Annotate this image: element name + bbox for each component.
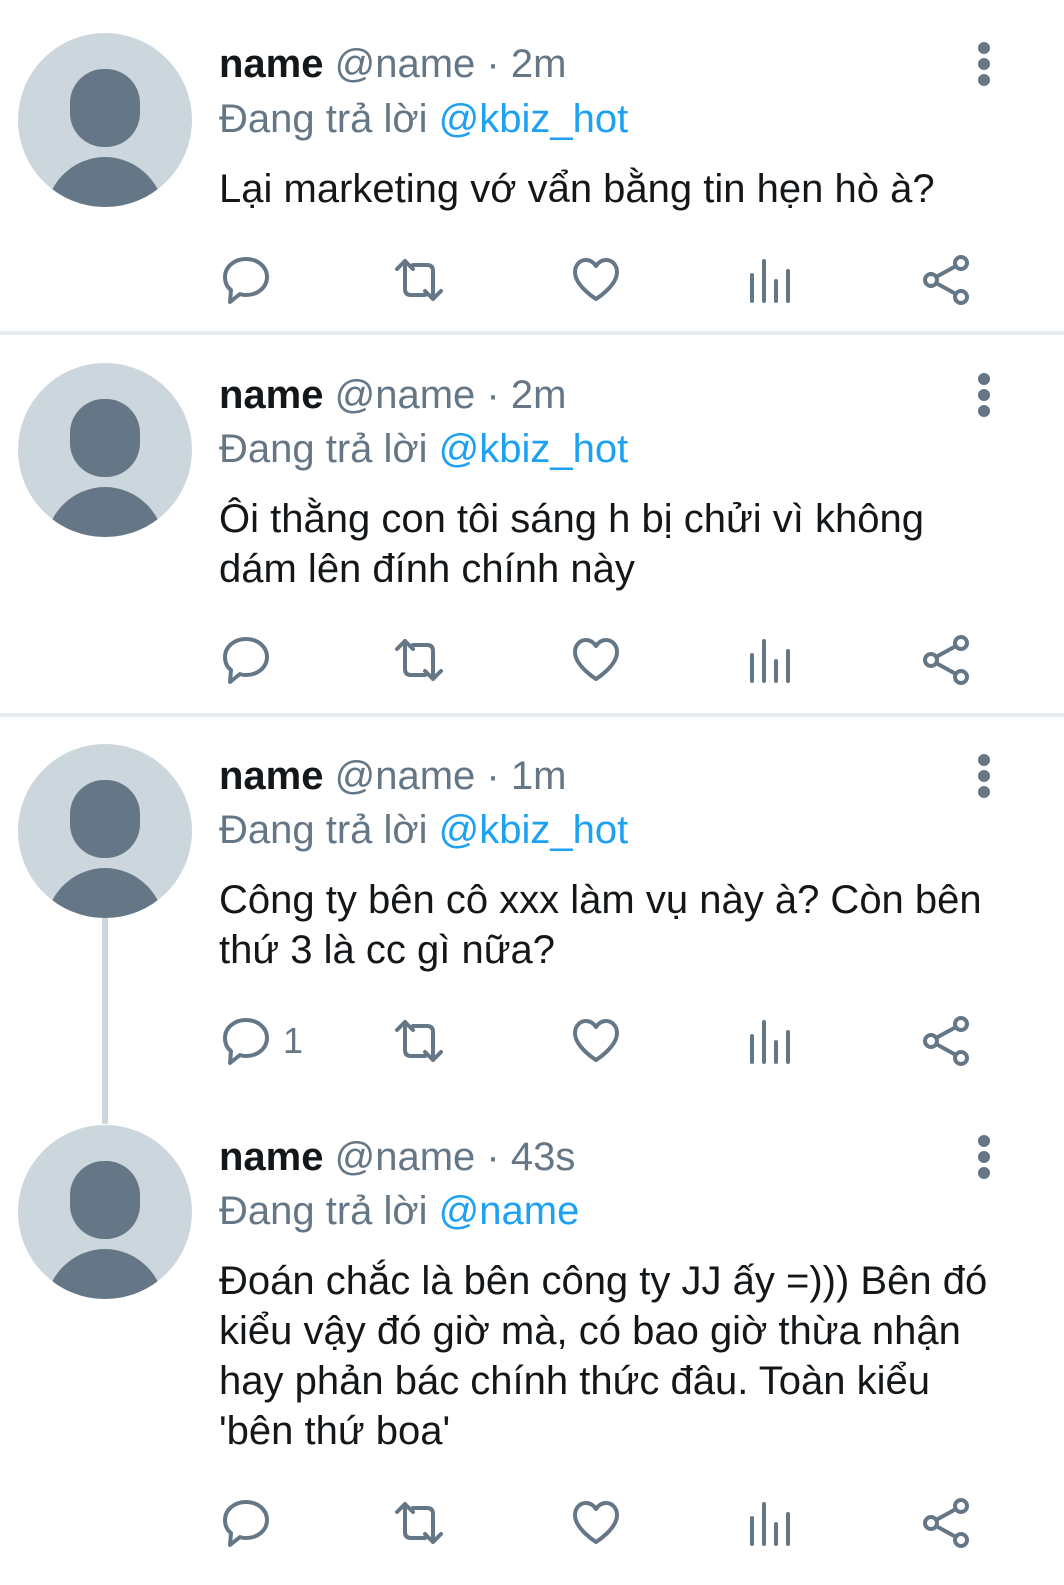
reply-button[interactable] — [219, 250, 283, 310]
avatar[interactable] — [18, 363, 192, 537]
tweet-actions — [219, 250, 999, 310]
replying-to-link[interactable]: @kbiz_hot — [439, 808, 629, 852]
tweet-actions — [219, 630, 999, 690]
display-name[interactable]: name — [219, 42, 324, 86]
reply-button[interactable] — [219, 630, 283, 690]
share-icon — [923, 255, 969, 305]
tweet-text: Đoán chắc là bên công ty JJ ấy =))) Bên … — [219, 1259, 988, 1453]
replying-to-label: Đang trả lời — [219, 808, 428, 852]
heart-icon — [573, 1501, 619, 1544]
tweet[interactable]: name @name · 43s Đang trả lời @name Đoán… — [0, 1098, 1064, 1585]
replying-to: Đang trả lời @name — [219, 1187, 579, 1235]
retweet-button[interactable] — [389, 1011, 449, 1071]
display-name[interactable]: name — [219, 373, 324, 417]
replying-to: Đang trả lời @kbiz_hot — [219, 806, 628, 854]
timestamp[interactable]: · 1m — [486, 754, 566, 798]
timestamp[interactable]: · 2m — [486, 42, 566, 86]
tweet[interactable]: name @name · 1m Đang trả lời @kbiz_hot C… — [0, 717, 1064, 1097]
user-handle[interactable]: @name — [335, 754, 476, 798]
tweet-text: Công ty bên cô xxx làm vụ này à? Còn bên… — [219, 878, 982, 972]
share-button[interactable] — [919, 250, 973, 310]
reply-icon — [223, 1500, 269, 1547]
more-vertical-icon — [978, 42, 990, 86]
retweet-button[interactable] — [389, 630, 449, 690]
tweet[interactable]: name @name · 2m Đang trả lời @kbiz_hot L… — [0, 0, 1064, 333]
timestamp[interactable]: · 2m — [486, 373, 566, 417]
replying-to-link[interactable]: @kbiz_hot — [439, 97, 629, 141]
timestamp[interactable]: · 43s — [486, 1135, 575, 1179]
views-button[interactable] — [747, 1493, 793, 1553]
reply-button[interactable]: 1 — [219, 1011, 303, 1071]
replying-to-link[interactable]: @name — [439, 1189, 580, 1233]
analytics-icon — [750, 259, 790, 303]
replying-to-label: Đang trả lời — [219, 97, 428, 141]
default-profile-icon — [46, 1161, 164, 1299]
reply-icon — [223, 1018, 269, 1065]
share-button[interactable] — [919, 1011, 973, 1071]
retweet-icon — [395, 259, 443, 301]
like-button[interactable] — [569, 630, 623, 690]
views-button[interactable] — [747, 250, 793, 310]
more-options-button[interactable] — [970, 752, 998, 800]
tweet-actions — [219, 1493, 999, 1553]
more-options-button[interactable] — [970, 1133, 998, 1181]
views-button[interactable] — [747, 630, 793, 690]
retweet-icon — [395, 1502, 443, 1544]
share-icon — [923, 1498, 969, 1548]
more-vertical-icon — [978, 754, 990, 798]
replying-to: Đang trả lời @kbiz_hot — [219, 425, 628, 473]
share-button[interactable] — [919, 1493, 973, 1553]
replying-to-link[interactable]: @kbiz_hot — [439, 427, 629, 471]
reply-button[interactable] — [219, 1493, 283, 1553]
retweet-icon — [395, 639, 443, 681]
default-profile-icon — [46, 780, 164, 918]
retweet-button[interactable] — [389, 250, 449, 310]
like-button[interactable] — [569, 250, 623, 310]
tweet-header: name @name · 2m — [219, 40, 566, 88]
avatar[interactable] — [18, 744, 192, 918]
share-button[interactable] — [919, 630, 973, 690]
like-button[interactable] — [569, 1493, 623, 1553]
heart-icon — [573, 258, 619, 301]
display-name[interactable]: name — [219, 1135, 324, 1179]
tweet[interactable]: name @name · 2m Đang trả lời @kbiz_hot Ô… — [0, 335, 1064, 715]
heart-icon — [573, 1019, 619, 1062]
default-profile-icon — [46, 399, 164, 537]
tweet-header: name @name · 2m — [219, 371, 566, 419]
tweet-header: name @name · 1m — [219, 752, 566, 800]
views-button[interactable] — [747, 1011, 793, 1071]
tweet-text: Lại marketing vớ vẩn bằng tin hẹn hò à? — [219, 167, 935, 211]
more-vertical-icon — [978, 373, 990, 417]
avatar[interactable] — [18, 33, 192, 207]
tweet-actions: 1 — [219, 1011, 999, 1071]
display-name[interactable]: name — [219, 754, 324, 798]
reply-icon — [223, 637, 269, 684]
replying-to-label: Đang trả lời — [219, 427, 428, 471]
more-options-button[interactable] — [970, 371, 998, 419]
analytics-icon — [750, 1020, 790, 1064]
user-handle[interactable]: @name — [335, 42, 476, 86]
reply-icon — [223, 257, 269, 304]
reply-count: 1 — [283, 1020, 304, 1061]
default-profile-icon — [46, 69, 164, 207]
replying-to-label: Đang trả lời — [219, 1189, 428, 1233]
avatar[interactable] — [18, 1125, 192, 1299]
analytics-icon — [750, 639, 790, 683]
heart-icon — [573, 638, 619, 681]
more-vertical-icon — [978, 1135, 990, 1179]
user-handle[interactable]: @name — [335, 373, 476, 417]
like-button[interactable] — [569, 1011, 623, 1071]
share-icon — [923, 635, 969, 685]
tweet-header: name @name · 43s — [219, 1133, 575, 1181]
retweet-button[interactable] — [389, 1493, 449, 1553]
tweet-text: Ôi thằng con tôi sáng h bị chửi vì không… — [219, 497, 924, 591]
share-icon — [923, 1016, 969, 1066]
user-handle[interactable]: @name — [335, 1135, 476, 1179]
analytics-icon — [750, 1502, 790, 1546]
replying-to: Đang trả lời @kbiz_hot — [219, 95, 628, 143]
more-options-button[interactable] — [970, 40, 998, 88]
retweet-icon — [395, 1020, 443, 1062]
